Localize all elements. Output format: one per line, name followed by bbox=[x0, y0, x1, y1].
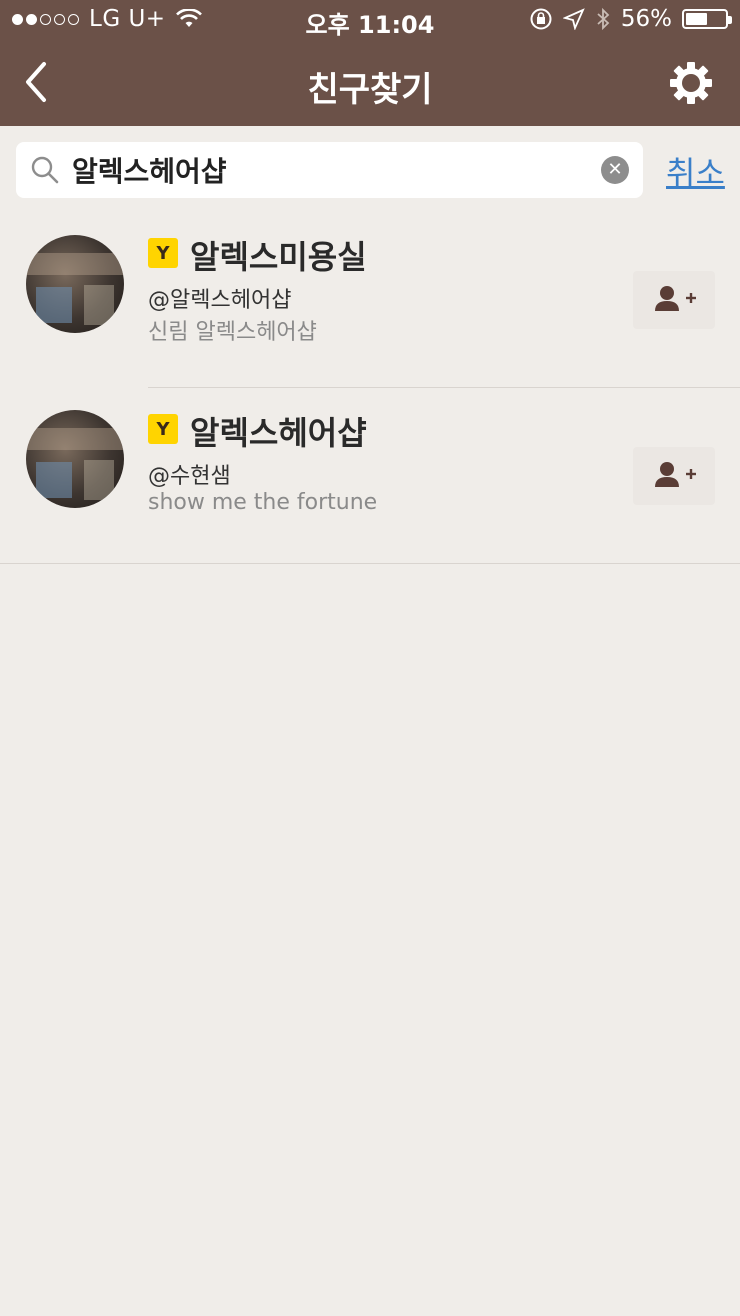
list-item[interactable]: Y 알렉스헤어샵 @수현샘 show me the fortune bbox=[0, 386, 740, 562]
divider bbox=[0, 563, 740, 564]
nav-bar: 친구찾기 bbox=[0, 40, 740, 126]
friend-name: 알렉스헤어샵 bbox=[190, 414, 367, 452]
rotation-lock-icon bbox=[530, 8, 552, 30]
battery-percent: 56% bbox=[620, 6, 672, 32]
status-right: 56% bbox=[529, 6, 732, 32]
status-bar: LG U+ 오후 11:04 56% bbox=[0, 0, 740, 40]
search-box[interactable]: ✕ bbox=[16, 142, 643, 198]
friend-status-message: 신림 알렉스헤어샵 bbox=[148, 320, 317, 345]
add-friend-button[interactable] bbox=[633, 271, 715, 329]
list-item[interactable]: Y 알렉스미용실 @알렉스헤어샵 신림 알렉스헤어샵 bbox=[0, 210, 740, 386]
plus-friend-badge-icon: Y bbox=[148, 238, 178, 268]
location-arrow-icon bbox=[562, 8, 585, 30]
cancel-button[interactable]: 취소 bbox=[666, 148, 725, 194]
friend-name: 알렉스미용실 bbox=[190, 238, 367, 276]
add-friend-button[interactable] bbox=[633, 447, 715, 505]
settings-gear-icon[interactable] bbox=[668, 60, 714, 106]
add-user-icon bbox=[655, 286, 696, 311]
avatar[interactable] bbox=[26, 410, 124, 508]
plus-friend-badge-icon: Y bbox=[148, 414, 178, 444]
bluetooth-icon bbox=[597, 7, 610, 31]
clear-search-button[interactable]: ✕ bbox=[601, 156, 629, 184]
avatar[interactable] bbox=[26, 235, 124, 333]
page-title: 친구찾기 bbox=[307, 70, 433, 110]
search-icon bbox=[31, 156, 59, 184]
battery-level bbox=[686, 13, 708, 25]
close-icon: ✕ bbox=[607, 159, 623, 180]
add-user-icon bbox=[655, 462, 696, 487]
friend-handle: @수현샘 bbox=[148, 464, 231, 489]
battery-icon bbox=[682, 9, 732, 29]
search-input[interactable] bbox=[72, 150, 592, 190]
friend-handle: @알렉스헤어샵 bbox=[148, 288, 292, 313]
friend-status-message: show me the fortune bbox=[148, 490, 378, 515]
app-header: LG U+ 오후 11:04 56% 친구찾기 bbox=[0, 0, 740, 126]
